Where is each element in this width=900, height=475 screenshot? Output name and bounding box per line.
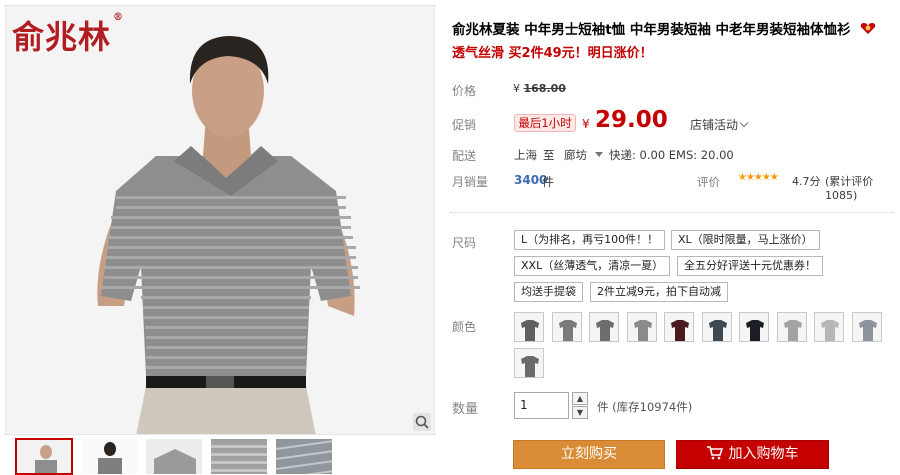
current-price: 29.00 [595, 107, 668, 133]
brand-logo: 俞兆林® [12, 12, 125, 56]
shipping-fees: 快递: 0.00 EMS: 20.00 [609, 148, 734, 162]
product-subtitle: 透气丝滑 买2件49元！明日涨价！ [452, 46, 653, 61]
size-option-l[interactable]: L（为排名，再亏100件！！ [514, 230, 666, 250]
color-swatch[interactable] [664, 312, 694, 342]
rating-score: 4.7分 [792, 175, 821, 188]
chevron-down-icon [739, 118, 749, 128]
ship-to-word: 至 [543, 148, 555, 162]
size-option-coupon[interactable]: 全五分好评送十元优惠券！ [677, 256, 823, 276]
quantity-input[interactable]: 1 [514, 392, 569, 419]
promo-price-label: 促销 [452, 118, 477, 132]
quantity-increase-button[interactable]: ▲ [572, 392, 588, 405]
quantity-decrease-button[interactable]: ▼ [572, 406, 588, 419]
destination-select[interactable]: 廊坊 [564, 147, 603, 163]
zoom-icon[interactable] [413, 413, 431, 431]
color-swatch[interactable] [589, 312, 619, 342]
star-rating-icon: ★★★★★ [738, 172, 779, 183]
cart-icon [706, 443, 723, 470]
product-title: 俞兆林夏装 中年男士短袖t恤 中年男装短袖 中老年男装短袖体恤衫 [452, 18, 892, 39]
color-swatch[interactable] [701, 312, 732, 342]
color-swatch[interactable] [626, 312, 657, 342]
color-swatch[interactable] [514, 348, 544, 378]
badge-icon [859, 21, 877, 39]
model-photo [6, 6, 434, 434]
sales-unit: 件 [542, 175, 555, 189]
size-label: 尺码 [452, 236, 477, 250]
dropdown-arrow-icon [594, 152, 603, 157]
original-price: ¥ 168.00 [513, 82, 566, 95]
limited-time-tag: 最后1小时 [514, 114, 576, 132]
thumbnail-strip [5, 438, 435, 475]
delivery-label: 配送 [452, 149, 477, 163]
color-swatch[interactable] [551, 312, 582, 342]
color-label: 颜色 [452, 320, 477, 334]
color-swatch[interactable] [514, 312, 544, 342]
thumbnail-3[interactable] [145, 438, 203, 475]
rating-label: 评价 [697, 175, 720, 189]
size-option-discount[interactable]: 2件立减9元，拍下自动减 [590, 282, 728, 302]
monthly-sales-label: 月销量 [452, 175, 489, 189]
thumbnail-2[interactable] [80, 438, 138, 475]
thumbnail-4[interactable] [210, 438, 268, 475]
product-main-image[interactable]: 俞兆林® [5, 5, 435, 435]
color-swatch[interactable] [851, 312, 882, 342]
divider [450, 212, 894, 213]
thumbnail-1[interactable] [15, 438, 73, 475]
color-swatch[interactable] [776, 312, 807, 342]
store-promo-dropdown[interactable]: 店铺活动 [690, 116, 749, 133]
ship-from: 上海 [514, 148, 537, 162]
color-swatch[interactable] [739, 312, 769, 342]
quantity-label: 数量 [452, 402, 479, 417]
add-to-cart-button[interactable]: 加入购物车 [676, 440, 829, 469]
stock-text: 件 (库存10974件) [597, 400, 693, 414]
size-option-bag[interactable]: 均送手提袋 [514, 282, 583, 302]
price-label: 价格 [452, 84, 477, 98]
buy-now-button[interactable]: 立刻购买 [513, 440, 665, 469]
color-swatch[interactable] [814, 312, 844, 342]
currency-symbol: ¥ [582, 117, 590, 131]
size-option-xl[interactable]: XL（限时限量，马上涨价） [671, 230, 820, 250]
thumbnail-5[interactable] [275, 438, 333, 475]
review-count-link[interactable]: (累计评价1085) [825, 173, 900, 202]
size-option-xxl[interactable]: XXL（丝薄透气，清凉一夏） [514, 256, 671, 276]
